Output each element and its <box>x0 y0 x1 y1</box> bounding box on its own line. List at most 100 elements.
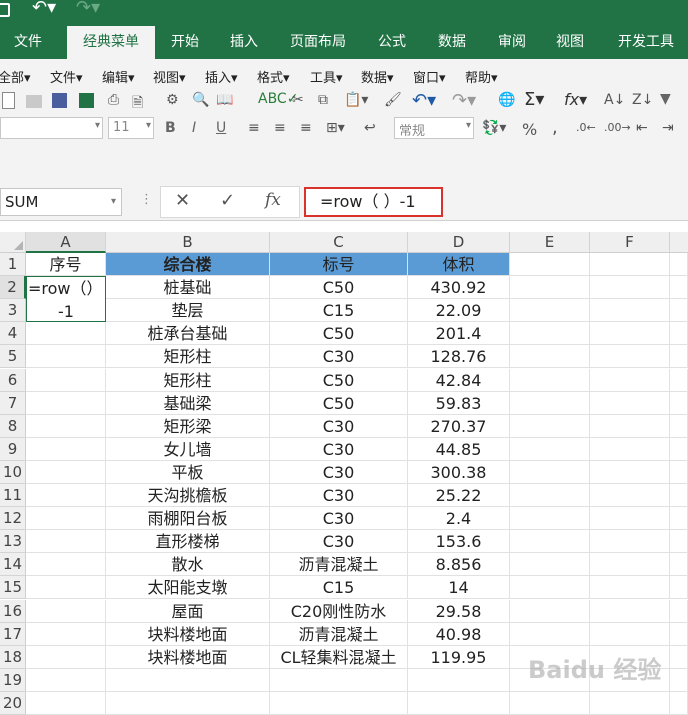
permission-icon[interactable]: ⚙ <box>166 92 179 108</box>
cell[interactable] <box>670 576 688 600</box>
header-cell-a[interactable]: 序号 <box>26 253 106 277</box>
align-center-icon[interactable]: ≡ <box>274 120 286 136</box>
column-header-c[interactable]: C <box>270 232 408 253</box>
data-cell-b[interactable]: 太阳能支墩 <box>106 576 270 600</box>
data-cell-b[interactable]: 直形楼梯 <box>106 530 270 554</box>
align-left-icon[interactable]: ≡ <box>248 120 260 136</box>
menu-format[interactable]: 格式▾ <box>257 67 290 86</box>
data-cell-b[interactable]: 基础梁 <box>106 391 270 415</box>
cell[interactable] <box>590 530 670 554</box>
cell[interactable] <box>408 691 510 715</box>
data-cell-c[interactable]: C30 <box>270 530 408 554</box>
data-cell-d[interactable]: 2.4 <box>408 507 510 531</box>
enter-formula-button[interactable]: ✓ <box>220 190 235 211</box>
cell[interactable] <box>106 691 270 715</box>
cell[interactable] <box>26 645 106 669</box>
cell[interactable] <box>26 414 106 438</box>
cell[interactable] <box>26 437 106 461</box>
row-header[interactable]: 5 <box>0 345 26 369</box>
underline-button[interactable]: U <box>216 120 226 136</box>
data-cell-b[interactable]: 矩形梁 <box>106 414 270 438</box>
data-cell-c[interactable]: C30 <box>270 484 408 508</box>
cell[interactable] <box>26 322 106 346</box>
cell[interactable] <box>670 668 688 692</box>
row-header[interactable]: 4 <box>0 322 26 346</box>
column-header-b[interactable]: B <box>106 232 270 253</box>
decrease-indent-icon[interactable]: ⇤ <box>636 120 648 136</box>
cell[interactable] <box>590 484 670 508</box>
row-header[interactable]: 8 <box>0 414 26 438</box>
data-cell-b[interactable]: 块料楼地面 <box>106 645 270 669</box>
row-header[interactable]: 18 <box>0 645 26 669</box>
redo-icon[interactable]: ↷▾ <box>76 0 100 18</box>
row-header[interactable]: 17 <box>0 622 26 646</box>
cell[interactable] <box>510 345 590 369</box>
number-format-combo[interactable]: 常规 ▾ <box>394 117 474 139</box>
row-header[interactable]: 15 <box>0 576 26 600</box>
name-box[interactable]: SUM ▾ <box>0 188 122 216</box>
editing-cell-a2[interactable]: =row（） -1 <box>26 276 106 323</box>
row-header[interactable]: 11 <box>0 484 26 508</box>
wrap-text-icon[interactable]: ↩ <box>364 120 376 136</box>
tab-review[interactable]: 审阅 <box>486 26 538 59</box>
cell[interactable] <box>670 622 688 646</box>
data-cell-b[interactable]: 矩形柱 <box>106 368 270 392</box>
data-cell-d[interactable]: 430.92 <box>408 276 510 300</box>
menu-view[interactable]: 视图▾ <box>153 67 186 86</box>
bold-button[interactable]: B <box>165 120 176 136</box>
data-cell-c[interactable]: C20刚性防水 <box>270 599 408 623</box>
align-right-icon[interactable]: ≡ <box>300 120 312 136</box>
cell[interactable] <box>590 553 670 577</box>
cancel-formula-button[interactable]: ✕ <box>175 190 190 211</box>
tab-classic-menu[interactable]: 经典菜单 <box>67 26 155 59</box>
cell[interactable] <box>26 484 106 508</box>
cell[interactable] <box>590 276 670 300</box>
cell[interactable] <box>510 507 590 531</box>
cell[interactable] <box>590 414 670 438</box>
tab-file[interactable]: 文件 <box>0 26 56 59</box>
increase-indent-icon[interactable]: ⇥ <box>662 120 674 136</box>
cell[interactable] <box>510 460 590 484</box>
cell[interactable] <box>670 276 688 300</box>
data-cell-d[interactable]: 42.84 <box>408 368 510 392</box>
data-cell-b[interactable]: 雨棚阳台板 <box>106 507 270 531</box>
data-cell-d[interactable]: 44.85 <box>408 437 510 461</box>
merge-center-icon[interactable]: ⊞▾ <box>326 120 345 136</box>
cell[interactable] <box>510 253 590 277</box>
font-size-combo[interactable]: 11 ▾ <box>108 117 154 139</box>
cell[interactable] <box>590 691 670 715</box>
cell[interactable] <box>26 622 106 646</box>
tab-view[interactable]: 视图 <box>544 26 596 59</box>
cell[interactable] <box>670 507 688 531</box>
tab-formulas[interactable]: 公式 <box>366 26 418 59</box>
data-cell-c[interactable]: 沥青混凝土 <box>270 553 408 577</box>
menu-window[interactable]: 窗口▾ <box>413 67 446 86</box>
data-cell-d[interactable]: 119.95 <box>408 645 510 669</box>
cell[interactable] <box>510 437 590 461</box>
data-cell-c[interactable]: C50 <box>270 368 408 392</box>
data-cell-c[interactable]: C50 <box>270 276 408 300</box>
data-cell-d[interactable]: 128.76 <box>408 345 510 369</box>
data-cell-b[interactable]: 散水 <box>106 553 270 577</box>
cell[interactable] <box>590 253 670 277</box>
data-cell-c[interactable]: C30 <box>270 460 408 484</box>
data-cell-c[interactable]: C30 <box>270 345 408 369</box>
cell[interactable] <box>670 391 688 415</box>
data-cell-d[interactable]: 270.37 <box>408 414 510 438</box>
tab-page-layout[interactable]: 页面布局 <box>278 26 358 59</box>
cell[interactable] <box>590 622 670 646</box>
cell[interactable] <box>270 691 408 715</box>
row-header[interactable]: 10 <box>0 460 26 484</box>
menu-tools[interactable]: 工具▾ <box>310 67 343 86</box>
cell[interactable] <box>510 599 590 623</box>
cell[interactable] <box>510 391 590 415</box>
data-cell-c[interactable]: CL轻集料混凝土 <box>270 645 408 669</box>
cell[interactable] <box>670 322 688 346</box>
tab-insert[interactable]: 插入 <box>218 26 270 59</box>
cell[interactable] <box>590 599 670 623</box>
cell[interactable] <box>670 437 688 461</box>
cell[interactable] <box>26 460 106 484</box>
cell[interactable] <box>590 460 670 484</box>
cell[interactable] <box>26 530 106 554</box>
cell[interactable] <box>670 691 688 715</box>
